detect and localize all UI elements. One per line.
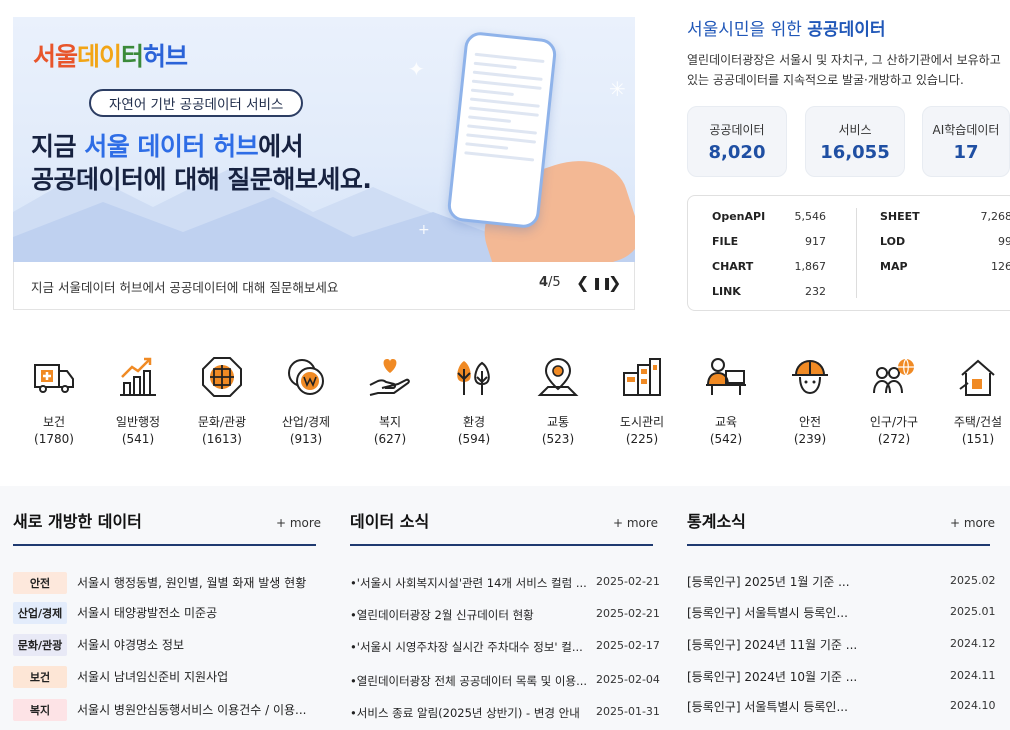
divider [13, 544, 316, 546]
stats-news-item[interactable]: [등록인구] 2024년 10월 기준 ... [687, 668, 857, 688]
stat-services[interactable]: 서비스 16,055 [805, 106, 905, 177]
stat-ai-data[interactable]: AI학습데이터 17 [922, 106, 1010, 177]
banner-caption[interactable]: 지금 서울데이터 허브에서 공공데이터에 대해 질문해보세요 [31, 277, 338, 296]
stats-news-date: 2024.12 [950, 637, 996, 650]
category-badge: 안전 [13, 572, 67, 594]
category-education[interactable]: 교육 (542) [684, 355, 768, 446]
stats-news-item[interactable]: [등록인구] 2024년 11월 기준 ... [687, 636, 857, 656]
category-population[interactable]: 인구/가구 (272) [852, 355, 936, 446]
helmet-icon [792, 359, 828, 395]
stats-news-item[interactable]: [등록인구] 2025년 1월 기준 ... [687, 573, 850, 593]
news-item[interactable]: •'서울시 시영주차장 실시간 주차대수 정보' 컬... [350, 639, 583, 659]
info-description: 열린데이터광장은 서울시 및 자치구, 그 산하기관에서 보유하고 있는 공공데… [687, 53, 1001, 87]
new-data-title: 새로 개방한 데이터 [13, 512, 142, 531]
category-traffic[interactable]: 교통 (523) [516, 355, 600, 446]
banner-headline: 지금 서울 데이터 허브에서 공공데이터에 대해 질문해보세요. [31, 132, 372, 194]
category-culture[interactable]: 문화/관광 (1613) [180, 355, 264, 446]
category-badge: 문화/관광 [13, 634, 67, 656]
bar-chart-icon [120, 357, 156, 396]
coin-icon [288, 359, 324, 395]
category-list: 보건 (1780) 일반행정 (541) 문화/관광 (1613) 산업/경제 (913… [0, 355, 1010, 455]
news-date: 2025-02-04 [596, 673, 660, 686]
plus-icon: + [418, 222, 430, 238]
category-economy[interactable]: 산업/경제 (913) [264, 355, 348, 446]
buildings-icon [623, 358, 661, 396]
stats-news-more-link[interactable]: + more [950, 516, 995, 530]
list-item[interactable]: 문화/관광 서울시 야경명소 정보 [13, 634, 184, 656]
prev-slide-icon[interactable]: ❮ [576, 273, 589, 292]
heart-hand-icon [369, 359, 410, 396]
traditional-window-icon [202, 357, 242, 397]
next-slide-icon[interactable]: ❯ [608, 273, 621, 292]
news-date: 2025-02-21 [596, 607, 660, 620]
slide-counter: 4/5 [539, 275, 561, 290]
category-badge: 보건 [13, 666, 67, 688]
stats-news-date: 2025.01 [950, 605, 996, 618]
stats-news-date: 2024.11 [950, 669, 996, 682]
category-badge: 복지 [13, 699, 67, 721]
category-health[interactable]: 보건 (1780) [12, 355, 96, 446]
sparkle-icon: ✦ [408, 57, 425, 81]
stats-news-title: 통계소식 [687, 512, 746, 531]
divider [856, 208, 857, 298]
news-item[interactable]: •'서울시 사회복지시설'관련 14개 서비스 컬럼 ... [350, 575, 587, 595]
stats-news-date: 2024.10 [950, 699, 996, 712]
page: { "banner": { "logo": {"p1": "서울", "p2":… [0, 0, 1010, 730]
new-data-more-link[interactable]: + more [276, 516, 321, 530]
category-welfare[interactable]: 복지 (627) [348, 355, 432, 446]
sparkle-icon: ✳ [609, 77, 626, 101]
hero-banner[interactable]: ✦ ✳ + 서울데이터허브 자연어 기반 공공데이터 서비스 지금 서울 데이터… [13, 17, 635, 262]
info-title: 서울시민을 위한 공공데이터 [687, 20, 886, 40]
news-section: 새로 개방한 데이터 + more 안전 서울시 행정동별, 원인별, 월별 화재… [0, 486, 1010, 730]
stats-news-date: 2025.02 [950, 574, 996, 587]
divider [350, 544, 653, 546]
category-admin[interactable]: 일반행정 (541) [96, 355, 180, 446]
category-environment[interactable]: 환경 (594) [432, 355, 516, 446]
news-date: 2025-02-21 [596, 575, 660, 588]
people-globe-icon [873, 358, 914, 394]
list-item[interactable]: 복지 서울시 병원안심동행서비스 이용건수 / 이용... [13, 699, 306, 721]
news-date: 2025-02-17 [596, 639, 660, 652]
list-item[interactable]: 산업/경제 서울시 태양광발전소 미준공 [13, 602, 217, 624]
news-item[interactable]: •열린데이터광장 전체 공공데이터 목록 및 이용... [350, 673, 587, 693]
ambulance-icon [34, 364, 74, 393]
banner-caption-bar: 지금 서울데이터 허브에서 공공데이터에 대해 질문해보세요 4/5 ❮ ❚❚ … [13, 262, 635, 310]
format-count-panel: OpenAPI 5,546 SHEET 7,268 FILE 917 LOD 99 CH… [687, 195, 1010, 311]
seoul-data-hub-logo: 서울데이터허브 [33, 42, 188, 71]
data-news-title: 데이터 소식 [350, 512, 430, 531]
trees-icon [457, 361, 490, 395]
teacher-icon [706, 358, 746, 395]
service-pill-label: 자연어 기반 공공데이터 서비스 [89, 89, 304, 117]
news-item[interactable]: •열린데이터광장 2월 신규데이터 현황 [350, 607, 534, 627]
stat-public-data[interactable]: 공공데이터 8,020 [687, 106, 787, 177]
divider [687, 544, 990, 546]
map-pin-icon [537, 357, 579, 396]
category-city[interactable]: 도시관리 (225) [600, 355, 684, 446]
stats-news-item[interactable]: [등록인구] 서울특별시 등록인... [687, 604, 848, 624]
data-news-more-link[interactable]: + more [613, 516, 658, 530]
category-housing[interactable]: 주택/건설 (151) [936, 355, 1010, 446]
list-item[interactable]: 안전 서울시 행정동별, 원인별, 월별 화재 발생 현황 [13, 572, 306, 594]
news-item[interactable]: •서비스 종료 알림(2025년 상반기) - 변경 안내 [350, 705, 580, 725]
category-badge: 산업/경제 [13, 602, 67, 624]
stats-news-item[interactable]: [등록인구] 서울특별시 등록인... [687, 698, 848, 718]
list-item[interactable]: 보건 서울시 남녀임신준비 지원사업 [13, 666, 228, 688]
category-safety[interactable]: 안전 (239) [768, 355, 852, 446]
news-date: 2025-01-31 [596, 705, 660, 718]
house-icon [959, 359, 995, 396]
